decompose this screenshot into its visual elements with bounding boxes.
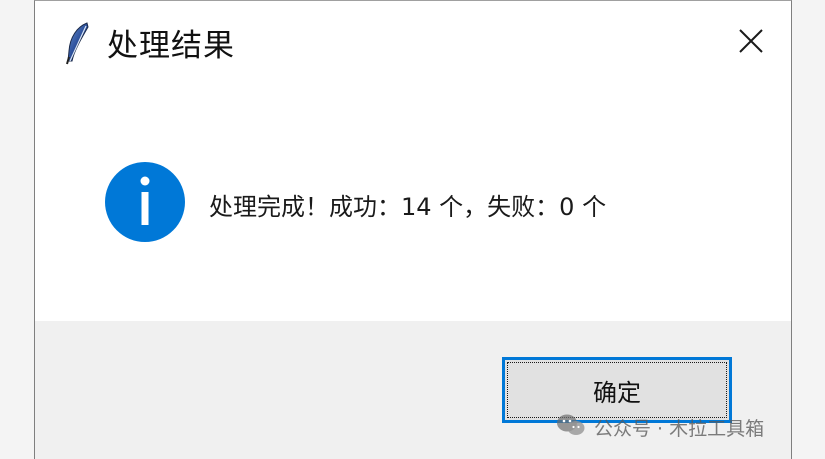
ok-button-label: 确定	[593, 378, 641, 407]
watermark: 公众号 · 木拉工具箱	[556, 412, 764, 442]
info-icon	[104, 161, 186, 243]
dialog-title: 处理结果	[107, 28, 235, 64]
close-icon	[738, 28, 764, 58]
title-bar[interactable]: 处理结果	[35, 1, 791, 89]
close-button[interactable]	[733, 25, 769, 61]
message-dialog: 处理结果 处理完成！成功：14 个，失败：0 个 确定	[34, 0, 792, 459]
dialog-content: 处理完成！成功：14 个，失败：0 个	[35, 89, 791, 321]
message-text: 处理完成！成功：14 个，失败：0 个	[209, 193, 607, 221]
wechat-icon	[556, 412, 586, 443]
watermark-text: 公众号 · 木拉工具箱	[594, 417, 765, 440]
screen-background: 处理结果 处理完成！成功：14 个，失败：0 个 确定 公众号 · 木拉工具箱	[0, 0, 825, 459]
feather-icon	[65, 21, 91, 65]
